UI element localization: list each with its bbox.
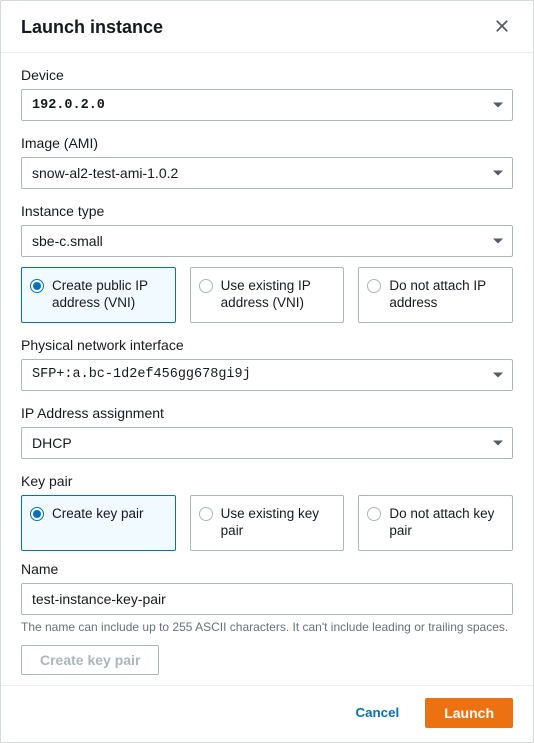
launch-instance-dialog: Launch instance Device 192.0.2.0 Image (…: [0, 0, 534, 743]
physical-interface-label: Physical network interface: [21, 337, 513, 353]
radio-icon: [199, 279, 213, 293]
keypair-name-hint: The name can include up to 255 ASCII cha…: [21, 619, 513, 635]
radio-icon: [367, 507, 381, 521]
instance-type-label: Instance type: [21, 203, 513, 219]
instance-type-value: sbe-c.small: [32, 233, 103, 249]
ip-attachment-options: Create public IP address (VNI) Use exist…: [21, 267, 513, 323]
keypair-option-label: Create key pair: [52, 506, 144, 523]
caret-down-icon: [492, 235, 504, 247]
dialog-title: Launch instance: [21, 17, 163, 38]
radio-icon: [30, 279, 44, 293]
keypair-name-field: Name The name can include up to 255 ASCI…: [21, 561, 513, 635]
caret-down-icon: [492, 437, 504, 449]
keypair-option-create[interactable]: Create key pair: [21, 495, 176, 551]
cancel-button[interactable]: Cancel: [338, 699, 418, 726]
ip-assignment-field: IP Address assignment DHCP: [21, 405, 513, 459]
close-icon: [495, 19, 509, 36]
physical-interface-value: SFP+:a.bc-1d2ef456gg678gi9j: [32, 367, 251, 382]
device-select[interactable]: 192.0.2.0: [21, 89, 513, 121]
keypair-option-label: Do not attach key pair: [389, 506, 502, 540]
ip-option-create[interactable]: Create public IP address (VNI): [21, 267, 176, 323]
keypair-name-label: Name: [21, 561, 513, 577]
close-button[interactable]: [491, 15, 513, 40]
launch-button[interactable]: Launch: [425, 698, 513, 728]
caret-down-icon: [492, 167, 504, 179]
caret-down-icon: [492, 99, 504, 111]
physical-interface-field: Physical network interface SFP+:a.bc-1d2…: [21, 337, 513, 391]
instance-type-select[interactable]: sbe-c.small: [21, 225, 513, 257]
ip-assignment-label: IP Address assignment: [21, 405, 513, 421]
ip-option-none[interactable]: Do not attach IP address: [358, 267, 513, 323]
physical-interface-select[interactable]: SFP+:a.bc-1d2ef456gg678gi9j: [21, 359, 513, 391]
radio-icon: [30, 507, 44, 521]
ip-option-label: Do not attach IP address: [389, 278, 502, 312]
keypair-option-label: Use existing key pair: [221, 506, 334, 540]
cancel-label: Cancel: [356, 705, 400, 720]
image-select[interactable]: snow-al2-test-ami-1.0.2: [21, 157, 513, 189]
radio-icon: [199, 507, 213, 521]
keypair-option-existing[interactable]: Use existing key pair: [190, 495, 345, 551]
dialog-footer: Cancel Launch: [1, 685, 533, 742]
image-label: Image (AMI): [21, 135, 513, 151]
key-pair-field: Key pair Create key pair Use existing ke…: [21, 473, 513, 551]
instance-type-field: Instance type sbe-c.small: [21, 203, 513, 257]
device-field: Device 192.0.2.0: [21, 67, 513, 121]
ip-option-existing[interactable]: Use existing IP address (VNI): [190, 267, 345, 323]
create-keypair-button[interactable]: Create key pair: [21, 645, 159, 675]
dialog-header: Launch instance: [1, 1, 533, 53]
ip-option-label: Create public IP address (VNI): [52, 278, 165, 312]
keypair-name-input[interactable]: [21, 583, 513, 615]
ip-assignment-select[interactable]: DHCP: [21, 427, 513, 459]
keypair-option-none[interactable]: Do not attach key pair: [358, 495, 513, 551]
create-keypair-label: Create key pair: [40, 652, 140, 668]
radio-icon: [367, 279, 381, 293]
caret-down-icon: [492, 369, 504, 381]
ip-option-label: Use existing IP address (VNI): [221, 278, 334, 312]
image-field: Image (AMI) snow-al2-test-ami-1.0.2: [21, 135, 513, 189]
dialog-body: Device 192.0.2.0 Image (AMI) snow-al2-te…: [1, 53, 533, 685]
launch-label: Launch: [444, 705, 494, 721]
device-value: 192.0.2.0: [32, 98, 105, 113]
image-value: snow-al2-test-ami-1.0.2: [32, 165, 178, 181]
key-pair-label: Key pair: [21, 473, 513, 489]
device-label: Device: [21, 67, 513, 83]
ip-assignment-value: DHCP: [32, 435, 72, 451]
